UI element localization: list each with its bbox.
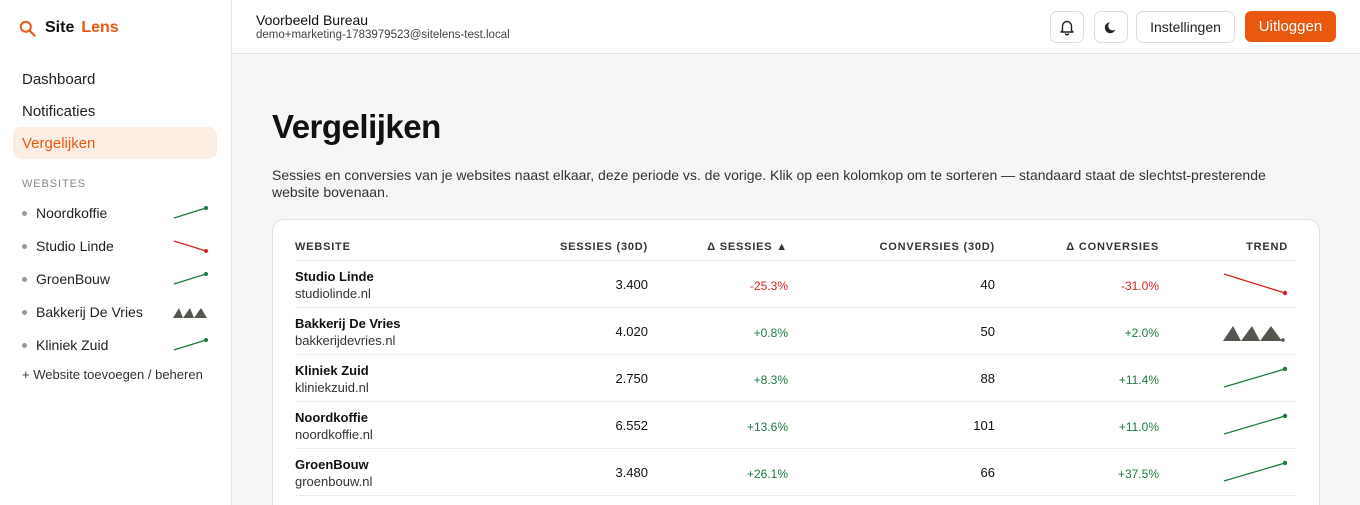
sidebar-site-noordkoffie[interactable]: Noordkoffie — [13, 198, 217, 228]
sparkline-down-icon — [173, 240, 208, 253]
bullet-icon — [22, 309, 27, 315]
row-site-name: Noordkoffie — [295, 410, 368, 425]
row-conversions: 40 — [980, 277, 995, 292]
moon-icon — [1104, 21, 1115, 33]
page-title: Vergelijken — [272, 108, 441, 145]
bullet-icon — [22, 276, 27, 282]
sparkline-peaks-icon — [173, 308, 207, 318]
table-row[interactable]: Kliniek Zuid kliniekzuid.nl 2.750 +8.3% … — [295, 355, 1297, 402]
row-delta-sessions: -25.3% — [749, 279, 788, 293]
site-name: Studio Linde — [36, 238, 114, 254]
row-sessions: 2.750 — [615, 371, 648, 386]
notifications-button[interactable] — [1050, 11, 1084, 43]
row-delta-conversions: +2.0% — [1124, 326, 1159, 340]
row-sessions: 4.020 — [615, 324, 648, 339]
bullet-icon — [22, 342, 27, 348]
row-delta-conversions: +11.0% — [1118, 420, 1159, 434]
row-site-domain: groenbouw.nl — [295, 474, 373, 489]
row-conversions: 88 — [980, 371, 995, 386]
row-site-domain: bakkerijdevries.nl — [295, 333, 396, 348]
col-header-sessions[interactable]: SESSIES (30D) — [503, 241, 648, 253]
row-conversions: 101 — [973, 418, 995, 433]
col-header-delta-sessions[interactable]: Δ SESSIES ▲ — [668, 241, 788, 253]
site-name: Kliniek Zuid — [36, 337, 109, 353]
site-name: Bakkerij De Vries — [36, 304, 143, 320]
row-delta-conversions: +37.5% — [1117, 467, 1159, 481]
col-header-trend[interactable]: TREND — [1208, 241, 1288, 253]
col-header-website[interactable]: WEBSITE — [295, 241, 351, 253]
row-site-name: GroenBouw — [295, 457, 369, 472]
row-sessions: 3.400 — [615, 277, 648, 292]
sparkline-up-icon — [173, 272, 208, 285]
brand-word-lens: Lens — [81, 19, 119, 36]
sidebar-site-studio-linde[interactable]: Studio Linde — [13, 231, 217, 261]
org-name: Voorbeeld Bureau — [256, 12, 369, 28]
table-row[interactable]: Noordkoffie noordkoffie.nl 6.552 +13.6% … — [295, 402, 1297, 449]
sidebar-site-bakkerij-de-vries[interactable]: Bakkerij De Vries — [13, 297, 217, 327]
brand-logo[interactable]: Site Lens — [19, 18, 119, 38]
trend-up-icon — [1223, 413, 1288, 435]
col-header-delta-conversions[interactable]: Δ CONVERSIES — [1029, 241, 1159, 253]
sidebar-site-groenbouw[interactable]: GroenBouw — [13, 264, 217, 294]
bullet-icon — [22, 210, 27, 216]
nav-dashboard[interactable]: Dashboard — [13, 63, 217, 95]
sparkline-up-icon — [173, 206, 208, 219]
trend-peaks-icon — [1223, 326, 1285, 342]
settings-button[interactable]: Instellingen — [1136, 11, 1235, 43]
row-delta-conversions: -31.0% — [1120, 279, 1159, 293]
bell-icon — [1060, 20, 1074, 36]
sparkline-up-icon — [173, 338, 208, 351]
row-site-name: Studio Linde — [295, 269, 374, 284]
brand-word-site: Site — [45, 19, 75, 36]
logout-button[interactable]: Uitloggen — [1245, 11, 1336, 42]
row-delta-sessions: +8.3% — [753, 373, 788, 387]
trend-up-icon — [1223, 366, 1288, 388]
websites-section-label: WEBSITES — [22, 178, 87, 190]
row-sessions: 6.552 — [615, 418, 648, 433]
sidebar: Site Lens Dashboard Notificaties Vergeli… — [0, 0, 232, 505]
row-site-name: Bakkerij De Vries — [295, 316, 401, 331]
row-sessions: 3.480 — [615, 465, 648, 480]
row-site-domain: studiolinde.nl — [295, 286, 371, 301]
trend-up-icon — [1223, 460, 1288, 482]
row-delta-sessions: +13.6% — [746, 420, 788, 434]
col-header-conversions[interactable]: CONVERSIES (30D) — [835, 241, 995, 253]
row-conversions: 66 — [980, 465, 995, 480]
topbar: Voorbeeld Bureau demo+marketing-17839795… — [232, 0, 1360, 54]
row-site-domain: noordkoffie.nl — [295, 427, 373, 442]
site-name: Noordkoffie — [36, 205, 108, 221]
row-site-domain: kliniekzuid.nl — [295, 380, 369, 395]
row-delta-conversions: +11.4% — [1118, 373, 1159, 387]
row-conversions: 50 — [980, 324, 995, 339]
dark-mode-toggle[interactable] — [1094, 11, 1128, 43]
search-icon — [19, 20, 36, 37]
table-row[interactable]: Studio Linde studiolinde.nl 3.400 -25.3%… — [295, 261, 1297, 308]
nav-vergelijken[interactable]: Vergelijken — [13, 127, 217, 159]
trend-down-icon — [1223, 273, 1288, 296]
nav-notificaties[interactable]: Notificaties — [13, 95, 217, 127]
org-email: demo+marketing-1783979523@sitelens-test.… — [256, 29, 510, 41]
row-delta-sessions: +26.1% — [746, 467, 788, 481]
row-delta-sessions: +0.8% — [753, 326, 788, 340]
page-description: Sessies en conversies van je websites na… — [272, 167, 1266, 200]
sidebar-site-kliniek-zuid[interactable]: Kliniek Zuid — [13, 330, 217, 360]
comparison-table: WEBSITE SESSIES (30D) Δ SESSIES ▲ CONVER… — [272, 219, 1320, 505]
site-name: GroenBouw — [36, 271, 110, 287]
table-row[interactable]: Bakkerij De Vries bakkerijdevries.nl 4.0… — [295, 308, 1297, 355]
table-row[interactable]: GroenBouw groenbouw.nl 3.480 +26.1% 66 +… — [295, 449, 1297, 496]
add-website-link[interactable]: + Website toevoegen / beheren — [22, 367, 203, 382]
bullet-icon — [22, 243, 27, 249]
row-site-name: Kliniek Zuid — [295, 363, 369, 378]
